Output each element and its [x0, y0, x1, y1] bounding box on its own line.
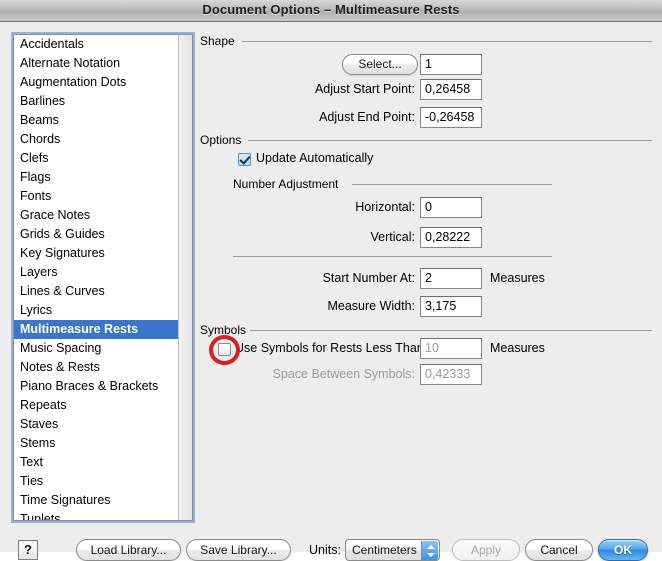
category-list[interactable]: AccidentalsAlternate NotationAugmentatio…	[13, 34, 193, 521]
units-selected-value: Centimeters	[352, 543, 417, 557]
sidebar-item[interactable]: Layers	[14, 263, 179, 282]
sidebar-item[interactable]: Tuplets	[14, 510, 179, 520]
sidebar-item[interactable]: Grace Notes	[14, 206, 179, 225]
settings-pane: Shape Select... 1 Adjust Start Point: 0,…	[200, 22, 652, 522]
measure-width-field[interactable]: 3,175	[420, 296, 482, 317]
units-label: Units:	[309, 543, 341, 557]
sidebar-item[interactable]: Piano Braces & Brackets	[14, 377, 179, 396]
window-titlebar[interactable]: Document Options – Multimeasure Rests	[0, 0, 662, 22]
shape-group-label: Shape	[200, 34, 240, 48]
sidebar-item[interactable]: Grids & Guides	[14, 225, 179, 244]
chevron-updown-icon	[421, 541, 438, 561]
shape-id-field[interactable]: 1	[420, 54, 482, 75]
sidebar-item[interactable]: Lines & Curves	[14, 282, 179, 301]
number-adjustment-label: Number Adjustment	[233, 177, 343, 191]
sidebar-item[interactable]: Stems	[14, 434, 179, 453]
sidebar-item[interactable]: Music Spacing	[14, 339, 179, 358]
horizontal-field[interactable]: 0	[420, 197, 482, 218]
options-group-label: Options	[200, 133, 246, 147]
options-group-divider	[248, 140, 652, 141]
sidebar-item[interactable]: Lyrics	[14, 301, 179, 320]
symbols-group-label: Symbols	[200, 323, 251, 337]
number-adjustment-bottom-divider	[233, 256, 552, 257]
save-library-button[interactable]: Save Library...	[186, 539, 291, 561]
sidebar-item[interactable]: Flags	[14, 168, 179, 187]
select-shape-button[interactable]: Select...	[342, 54, 418, 75]
sidebar-item[interactable]: Alternate Notation	[14, 54, 179, 73]
sidebar-item[interactable]: Text	[14, 453, 179, 472]
adjust-start-point-label: Adjust Start Point:	[220, 82, 415, 96]
start-number-field[interactable]: 2	[420, 268, 482, 289]
ok-button[interactable]: OK	[598, 539, 648, 561]
adjust-end-point-label: Adjust End Point:	[220, 110, 415, 124]
sidebar-item[interactable]: Augmentation Dots	[14, 73, 179, 92]
help-button[interactable]: ?	[18, 540, 38, 560]
vertical-field[interactable]: 0,28222	[420, 227, 482, 248]
use-symbols-label: Use Symbols for Rests Less Than:	[235, 341, 427, 355]
use-symbols-threshold-field[interactable]: 10	[420, 338, 482, 359]
symbols-group-divider	[250, 330, 652, 331]
units-popup-button[interactable]: Centimeters	[345, 539, 440, 561]
sidebar-item[interactable]: Accidentals	[14, 35, 179, 54]
adjust-end-point-field[interactable]: -0,26458	[420, 107, 482, 128]
load-library-button[interactable]: Load Library...	[76, 539, 181, 561]
document-options-dialog: Document Options – Multimeasure Rests Ac…	[0, 0, 662, 552]
sidebar-item[interactable]: Clefs	[14, 149, 179, 168]
sidebar-item[interactable]: Staves	[14, 415, 179, 434]
update-automatically-label: Update Automatically	[256, 151, 373, 165]
measure-width-label: Measure Width:	[220, 299, 415, 313]
sidebar-item[interactable]: Repeats	[14, 396, 179, 415]
adjust-start-point-field[interactable]: 0,26458	[420, 79, 482, 100]
sidebar-item[interactable]: Barlines	[14, 92, 179, 111]
start-number-label: Start Number At:	[220, 271, 415, 285]
dialog-content: AccidentalsAlternate NotationAugmentatio…	[0, 22, 662, 552]
category-list-scrollbar[interactable]	[178, 35, 192, 520]
sidebar-item[interactable]: Time Signatures	[14, 491, 179, 510]
sidebar-item[interactable]: Ties	[14, 472, 179, 491]
horizontal-label: Horizontal:	[220, 200, 415, 214]
space-between-symbols-field[interactable]: 0,42333	[420, 364, 482, 385]
sidebar-item[interactable]: Multimeasure Rests	[14, 320, 178, 339]
shape-group-divider	[242, 41, 652, 42]
start-number-suffix: Measures	[490, 271, 545, 285]
vertical-label: Vertical:	[220, 230, 415, 244]
cancel-button[interactable]: Cancel	[525, 539, 593, 561]
space-between-symbols-label: Space Between Symbols:	[220, 367, 415, 381]
sidebar-item[interactable]: Beams	[14, 111, 179, 130]
use-symbols-checkbox[interactable]	[218, 343, 231, 356]
window-title: Document Options – Multimeasure Rests	[0, 2, 662, 17]
sidebar-item[interactable]: Key Signatures	[14, 244, 179, 263]
apply-button[interactable]: Apply	[452, 539, 520, 561]
use-symbols-suffix: Measures	[490, 341, 545, 355]
update-automatically-checkbox[interactable]	[238, 153, 251, 166]
sidebar-item[interactable]: Chords	[14, 130, 179, 149]
number-adjustment-divider	[352, 184, 552, 185]
sidebar-item[interactable]: Fonts	[14, 187, 179, 206]
sidebar-item[interactable]: Notes & Rests	[14, 358, 179, 377]
category-list-items[interactable]: AccidentalsAlternate NotationAugmentatio…	[14, 35, 179, 520]
